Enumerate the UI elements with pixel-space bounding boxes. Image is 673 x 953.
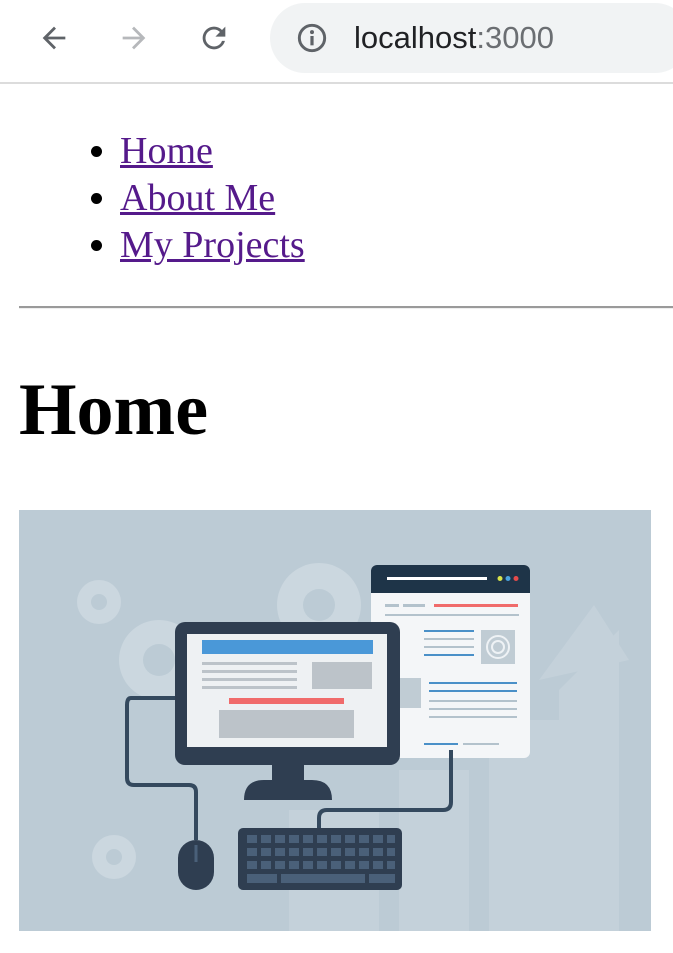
url-host: localhost [354, 20, 477, 55]
nav-list-item: My Projects [120, 222, 305, 269]
forward-button[interactable] [112, 16, 156, 60]
back-button[interactable] [32, 16, 76, 60]
page-title: Home [19, 369, 209, 451]
arrow-right-icon [122, 26, 146, 50]
hero-image [19, 510, 651, 931]
nav-list: Home About Me My Projects [0, 128, 305, 269]
nav-link-home[interactable]: Home [120, 130, 213, 172]
nav-list-item: About Me [120, 175, 305, 222]
site-nav: Home About Me My Projects [0, 128, 305, 269]
browser-toolbar: localhost:3000 [0, 0, 673, 84]
nav-link-about-me[interactable]: About Me [120, 177, 275, 219]
nav-list-item: Home [120, 128, 305, 175]
info-circle-icon[interactable] [296, 22, 328, 54]
address-bar[interactable]: localhost:3000 [270, 3, 673, 73]
url-port: :3000 [476, 20, 554, 55]
reload-button[interactable] [192, 16, 236, 60]
nav-link-my-projects[interactable]: My Projects [120, 224, 305, 266]
arrow-left-icon [42, 26, 66, 50]
horizontal-divider [19, 306, 673, 309]
reload-icon [202, 26, 226, 50]
computer-illustration [77, 563, 629, 931]
url-text: localhost:3000 [354, 20, 554, 56]
